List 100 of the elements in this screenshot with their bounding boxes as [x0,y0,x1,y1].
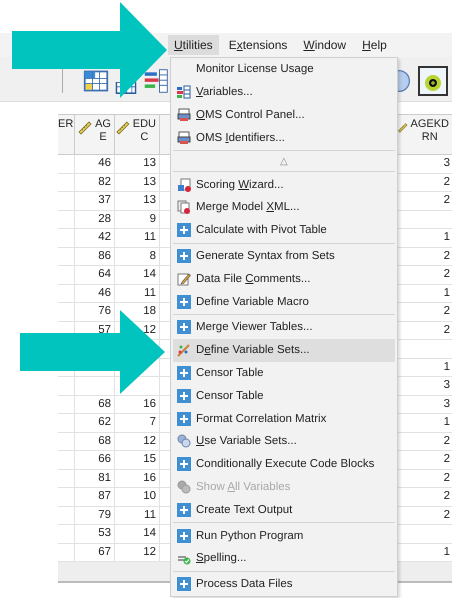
table-cell: 2 [444,490,450,502]
table-cell: 42 [98,231,111,243]
variables-icon[interactable] [143,68,169,94]
menu-item[interactable]: Merge Model XML... [173,196,395,219]
menu-item[interactable]: Calculate with Pivot Table [173,218,395,242]
menu-item[interactable]: Monitor License Usage [173,58,395,81]
table-cell: 67 [98,546,111,558]
menu-item[interactable]: Run Python Program [173,524,395,547]
menu-bar-item[interactable]: Extensions [222,35,294,55]
menu-item[interactable]: Create Text Output [173,498,395,522]
table-cell: 13 [143,176,156,188]
menu-item[interactable]: Censor Table [173,362,395,384]
menu-item[interactable]: Define Variable Sets... [173,338,395,362]
table-cell: 1 [444,231,450,243]
menu-item[interactable]: Generate Syntax from Sets [173,244,395,268]
column-header[interactable]: AGEKD RN [410,118,449,144]
table-cell: 11 [144,231,156,243]
plus-icon [177,248,191,263]
menu-item[interactable]: Use Variable Sets... [173,430,395,453]
ruler-icon [77,120,94,136]
circles-icon [177,434,191,448]
table-cell: 2 [444,176,450,188]
table-cell: 2 [444,472,450,484]
table-cell: 87 [98,490,111,502]
document-chart-icon [177,178,191,192]
table-cell: 82 [98,176,111,188]
menu-item[interactable]: Process Data Files [173,572,395,596]
table-cell: 3 [444,157,450,169]
table-cell: 3 [444,398,450,410]
table-cell: 46 [98,157,111,169]
menu-item[interactable]: Spelling... [173,546,395,570]
menu-item[interactable]: Censor Table [173,384,395,408]
table-cell: 11 [144,508,156,520]
menu-item[interactable]: Define Variable Macro [173,290,395,313]
table-cell: 57 [98,324,111,336]
table-cell: 81 [98,472,111,484]
printer-icon [177,108,191,122]
table-cell: 14 [143,527,156,539]
table-cell: 7 [150,416,156,428]
plus-icon [177,294,191,309]
note-pencil-icon [177,272,191,286]
plus-icon [177,502,191,517]
plus-icon [177,528,191,543]
menu-item[interactable]: Variables... [173,80,395,104]
table-cell: 18 [143,305,156,317]
menu-item[interactable]: Conditionally Execute Code Blocks [173,452,395,476]
plus-icon [177,412,191,426]
table-cell: 66 [98,453,111,465]
table-cell: 2 [444,250,450,262]
table-cell: 2 [444,324,450,336]
table-cell: 76 [98,305,111,317]
menu-item[interactable]: Scoring Wizard... [173,173,395,196]
table-cell: 12 [143,324,156,336]
table-cell: 14 [143,268,156,280]
table-cell: 16 [143,398,156,410]
table-cell: 68 [98,434,111,446]
printer-icon [177,130,191,145]
plus-icon [177,388,191,403]
menu-bar-item[interactable]: Window [297,35,352,55]
menu-bar-item[interactable]: Help [356,35,393,55]
table-cell: 46 [98,286,111,298]
menu-item[interactable]: OMS Identifiers... [173,126,395,150]
grid-icon [177,85,191,100]
plus-icon [177,223,191,238]
wand-icon [177,343,191,358]
documents-icon [177,200,191,214]
plus-icon [177,577,191,592]
menu-item[interactable]: OMS Control Panel... [173,104,395,126]
menu-item[interactable]: Format Correlation Matrix [173,407,395,430]
menu-bar-item[interactable]: Utilities [168,35,219,55]
table-cell: 9 [150,212,156,224]
table-cell: 79 [98,508,111,520]
table-cell: 15 [143,453,156,465]
table-cell: 37 [98,194,111,206]
table-cell: 10 [143,490,156,502]
table-cell: 62 [98,416,111,428]
table-cell: 64 [98,268,111,280]
column-header[interactable]: EDU C [132,118,156,144]
plus-icon [177,366,191,380]
table-cell: 53 [98,527,111,539]
table-cell: 2 [444,305,450,317]
table-cell: 12 [143,434,156,446]
menu-item[interactable]: Merge Viewer Tables... [173,316,395,339]
column-header[interactable]: ER [58,118,74,131]
table-cell: 2 [444,268,450,280]
table-cell: 28 [98,212,111,224]
table-cell: 1 [444,416,450,428]
table-cell: 1 [444,546,450,558]
table-cell: 2 [444,194,450,206]
ruler-icon [115,120,131,136]
table-cell: 13 [143,157,156,169]
plus-icon [177,320,191,334]
plus-icon [177,457,191,472]
table-icon[interactable] [83,68,109,94]
column-header[interactable]: AG E [95,118,111,144]
circles-icon [177,480,191,494]
table-cell: 12 [143,546,156,558]
table-cell: 2 [444,434,450,446]
table-cell: 11 [144,286,156,298]
menu-item[interactable]: Data File Comments... [173,267,395,290]
